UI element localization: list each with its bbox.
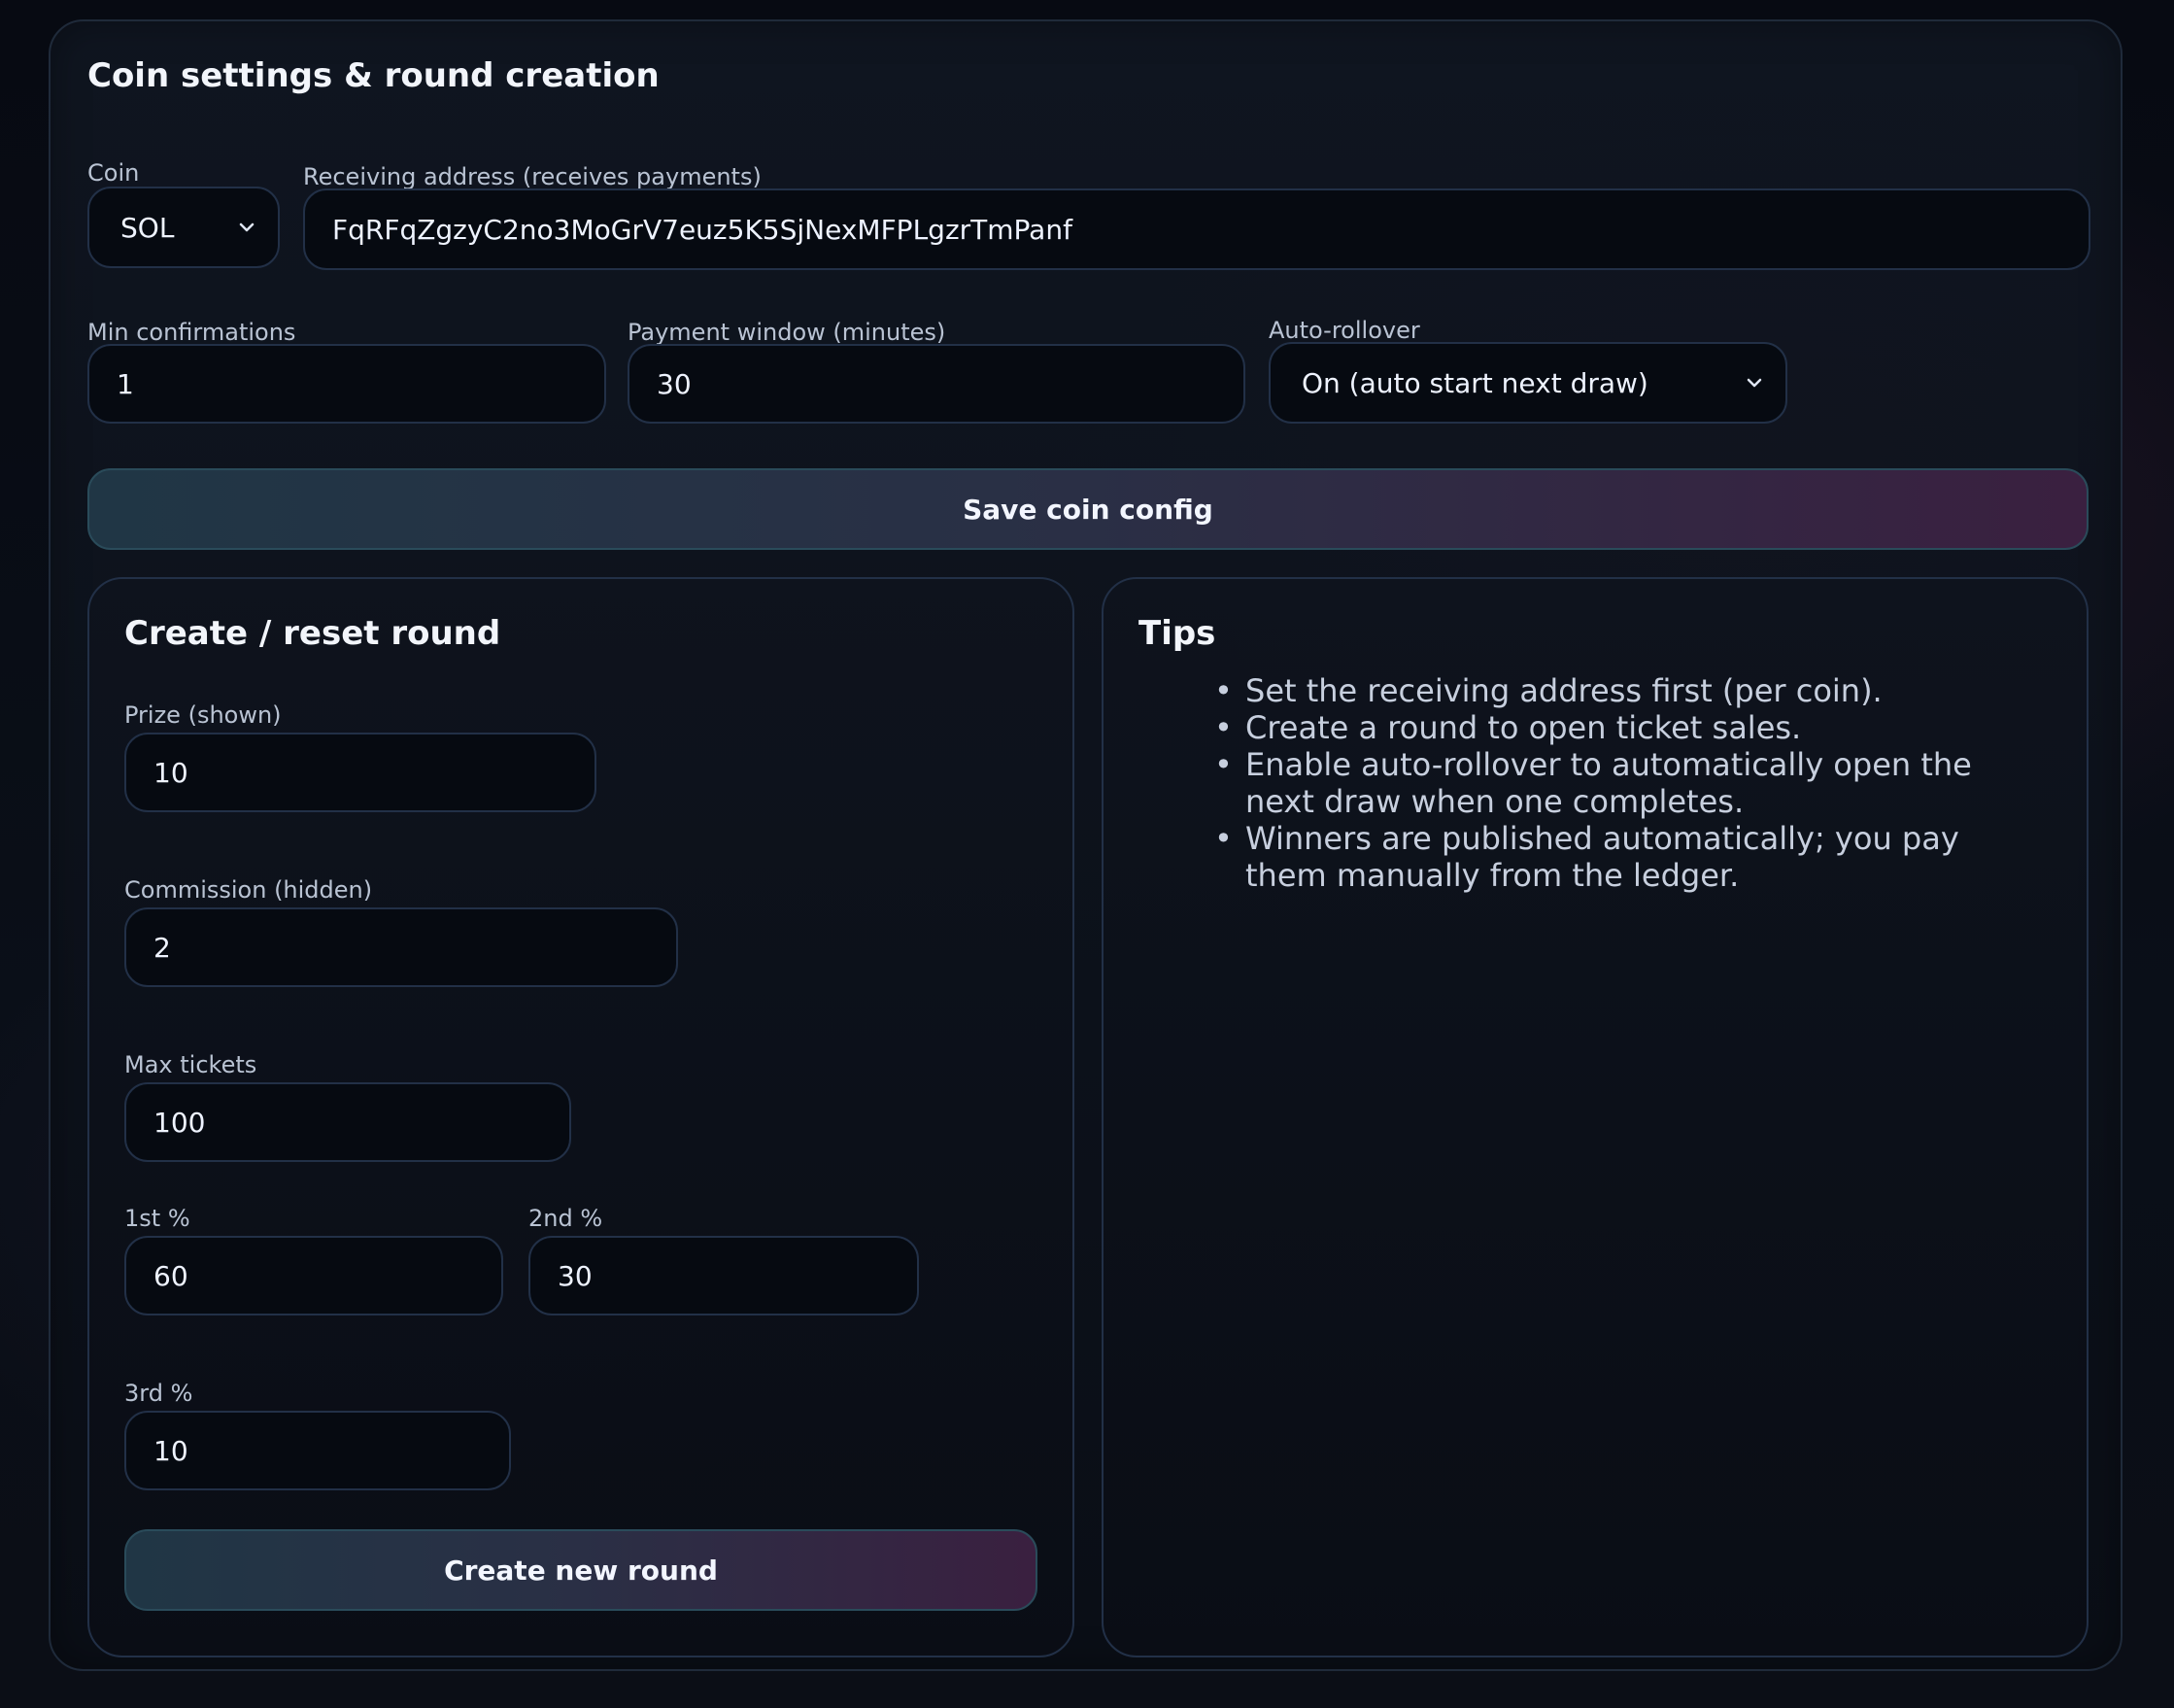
chevron-down-icon bbox=[1747, 378, 1762, 388]
create-round-title: Create / reset round bbox=[124, 614, 501, 653]
min-confirmations-label: Min confirmations bbox=[87, 319, 296, 346]
create-round-panel: Create / reset round Prize (shown) 10 Co… bbox=[87, 577, 1074, 1657]
first-percent-input[interactable]: 60 bbox=[124, 1236, 503, 1315]
second-percent-label: 2nd % bbox=[528, 1205, 603, 1232]
chevron-down-icon bbox=[239, 222, 255, 232]
commission-input[interactable]: 2 bbox=[124, 907, 678, 987]
payment-window-input[interactable]: 30 bbox=[628, 344, 1245, 424]
prize-value: 10 bbox=[153, 756, 188, 789]
save-coin-config-label: Save coin config bbox=[963, 493, 1213, 526]
coin-label: Coin bbox=[87, 159, 140, 187]
min-confirmations-input[interactable]: 1 bbox=[87, 344, 606, 424]
autorollover-select-value: On (auto start next draw) bbox=[1302, 366, 1648, 399]
prize-input[interactable]: 10 bbox=[124, 733, 596, 812]
first-percent-value: 60 bbox=[153, 1259, 188, 1292]
prize-label: Prize (shown) bbox=[124, 701, 282, 729]
coin-select-value: SOL bbox=[120, 211, 175, 244]
create-new-round-label: Create new round bbox=[444, 1554, 718, 1587]
commission-label: Commission (hidden) bbox=[124, 876, 373, 904]
save-coin-config-button[interactable]: Save coin config bbox=[87, 468, 2089, 550]
max-tickets-value: 100 bbox=[153, 1106, 206, 1139]
tips-title: Tips bbox=[1138, 614, 1216, 653]
receiving-address-value: FqRFqZgzyC2no3MoGrV7euz5K5SjNexMFPLgzrTm… bbox=[332, 213, 1072, 246]
max-tickets-input[interactable]: 100 bbox=[124, 1082, 571, 1162]
tips-list: Set the receiving address first (per coi… bbox=[1214, 672, 2048, 894]
coin-settings-card: Coin settings & round creation Coin SOL … bbox=[49, 19, 2123, 1671]
second-percent-value: 30 bbox=[558, 1259, 593, 1292]
max-tickets-label: Max tickets bbox=[124, 1051, 257, 1078]
third-percent-value: 10 bbox=[153, 1434, 188, 1467]
third-percent-label: 3rd % bbox=[124, 1380, 193, 1407]
tips-panel: Tips Set the receiving address first (pe… bbox=[1102, 577, 2089, 1657]
tip-item: Enable auto-rollover to automatically op… bbox=[1214, 746, 2048, 820]
coin-select[interactable]: SOL bbox=[87, 187, 280, 268]
receiving-address-label: Receiving address (receives payments) bbox=[303, 163, 762, 190]
tip-item: Set the receiving address first (per coi… bbox=[1214, 672, 2048, 709]
payment-window-value: 30 bbox=[657, 367, 692, 400]
autorollover-label: Auto-rollover bbox=[1269, 317, 1420, 344]
receiving-address-input[interactable]: FqRFqZgzyC2no3MoGrV7euz5K5SjNexMFPLgzrTm… bbox=[303, 188, 2090, 270]
first-percent-label: 1st % bbox=[124, 1205, 190, 1232]
create-new-round-button[interactable]: Create new round bbox=[124, 1529, 1037, 1611]
autorollover-select[interactable]: On (auto start next draw) bbox=[1269, 342, 1787, 424]
second-percent-input[interactable]: 30 bbox=[528, 1236, 919, 1315]
third-percent-input[interactable]: 10 bbox=[124, 1411, 511, 1490]
coin-settings-title: Coin settings & round creation bbox=[87, 56, 660, 95]
commission-value: 2 bbox=[153, 931, 171, 964]
tip-item: Create a round to open ticket sales. bbox=[1214, 709, 2048, 746]
tip-item: Winners are published automatically; you… bbox=[1214, 820, 2048, 894]
min-confirmations-value: 1 bbox=[117, 367, 134, 400]
payment-window-label: Payment window (minutes) bbox=[628, 319, 946, 346]
